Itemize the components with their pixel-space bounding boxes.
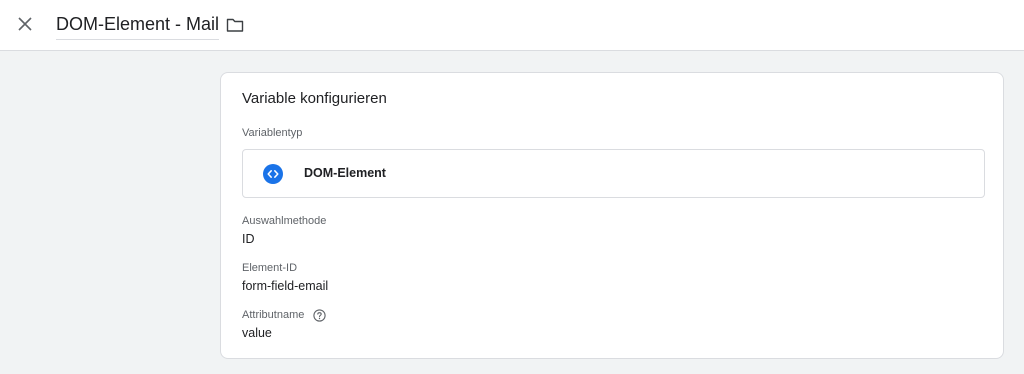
variable-type-value: DOM-Element bbox=[304, 166, 386, 180]
variable-name-input[interactable]: DOM-Element - Mail bbox=[56, 13, 220, 40]
help-circle-icon[interactable] bbox=[312, 308, 326, 322]
variable-config-card[interactable]: Variable konfigurieren Variablentyp DOM-… bbox=[220, 72, 1004, 359]
close-icon[interactable] bbox=[12, 11, 38, 37]
attribute-name-value: value bbox=[242, 326, 272, 340]
element-id-value: form-field-email bbox=[242, 279, 329, 293]
variable-type-label: Variablentyp bbox=[242, 127, 303, 139]
attribute-name-label: Attributname bbox=[242, 309, 305, 321]
element-id-label: Element-ID bbox=[242, 262, 298, 274]
variable-type-selector[interactable]: DOM-Element bbox=[242, 149, 985, 198]
card-title: Variable konfigurieren bbox=[242, 90, 387, 107]
folder-icon[interactable] bbox=[224, 14, 246, 36]
selection-method-value: ID bbox=[242, 232, 255, 246]
selection-method-label: Auswahlmethode bbox=[242, 215, 327, 227]
header-bar: DOM-Element - Mail bbox=[0, 0, 1024, 51]
code-brackets-icon bbox=[263, 164, 283, 184]
